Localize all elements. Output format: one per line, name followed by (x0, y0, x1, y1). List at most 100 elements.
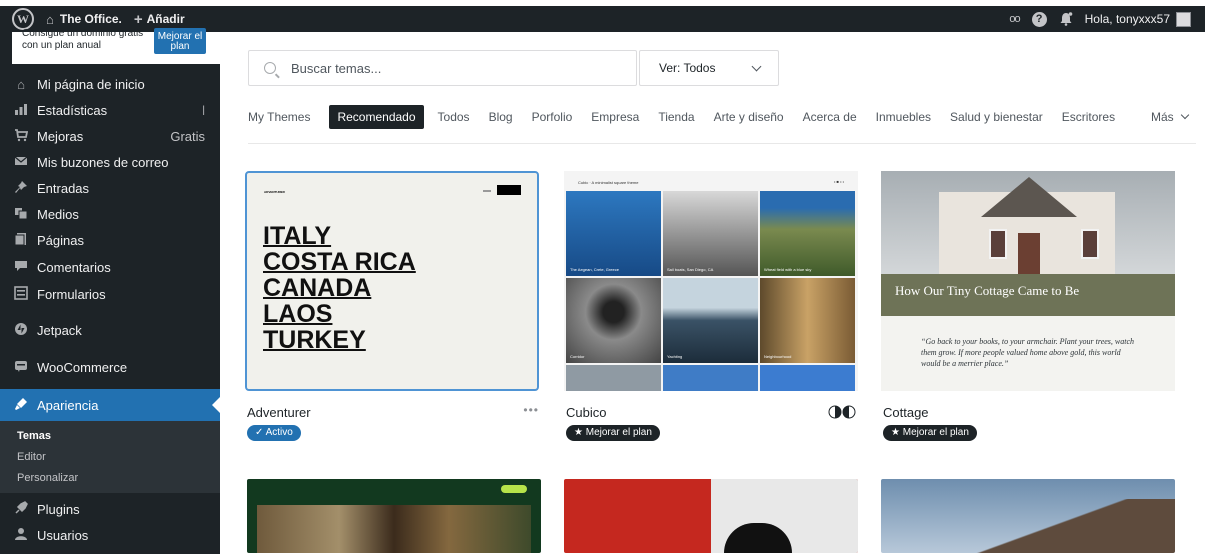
theme-card-adventurer[interactable]: ADVENTURER ITALY COSTA RICA CANADA LAOS … (245, 171, 539, 441)
tab-about[interactable]: Acerca de (803, 110, 857, 124)
view-filter-select[interactable]: Ver: Todos (639, 50, 779, 86)
promo-banner: Consigue un dominio gratis con un plan a… (12, 28, 220, 64)
upgrade-badge[interactable]: ★ Mejorar el plan (566, 425, 660, 441)
theme-preview-cottage[interactable]: How Our Tiny Cottage Came to Be “Go back… (881, 171, 1175, 391)
theme-preview-cubico[interactable]: Cubic · A minimalist square theme • ■ • … (564, 171, 858, 391)
more-options-icon[interactable]: ••• (523, 403, 539, 417)
woocommerce-icon (11, 359, 31, 376)
style-variations-icon[interactable] (828, 405, 856, 424)
help-button[interactable]: ? (1026, 6, 1053, 32)
avatar (1176, 11, 1191, 27)
free-label: Gratis (170, 128, 205, 144)
tab-store[interactable]: Tienda (658, 110, 694, 124)
tab-more-label: Más (1150, 110, 1174, 124)
theme-card-row2-3[interactable] (881, 479, 1175, 553)
notifications-button[interactable] (1053, 6, 1079, 32)
sidebar-item-appearance[interactable]: Apariencia (0, 389, 220, 421)
my-account-button[interactable]: Hola, tonyxxx57 (1079, 6, 1205, 32)
preview-header: Cubic · A minimalist square theme (578, 180, 639, 185)
sidebar-item-mailboxes[interactable]: Mis buzones de correo (0, 151, 220, 173)
promo-text: Consigue un dominio gratis con un plan a… (22, 28, 144, 51)
tab-recommended[interactable]: Recomendado (329, 105, 424, 129)
tab-my-themes[interactable]: My Themes (248, 110, 310, 124)
sidebar-item-forms[interactable]: Formularios (0, 283, 220, 305)
theme-preview[interactable] (247, 479, 541, 553)
sidebar-item-label: Páginas (37, 232, 84, 248)
preview-brand: ADVENTURER (264, 190, 285, 194)
sidebar-item-media[interactable]: Medios (0, 203, 220, 225)
preview-door (1018, 233, 1040, 277)
chevron-down-icon (751, 61, 762, 72)
preview-line: COSTA RICA (263, 248, 416, 276)
cart-icon (11, 128, 31, 145)
submenu-editor[interactable]: Editor (17, 451, 46, 463)
sidebar-item-plugins[interactable]: Plugins (0, 498, 220, 520)
sidebar-item-comments[interactable]: Comentarios (0, 256, 220, 278)
theme-name: Cubico (566, 405, 607, 420)
tab-health-wellness[interactable]: Salud y bienestar (950, 110, 1043, 124)
tab-more[interactable]: Más (1150, 110, 1190, 124)
theme-card-row2-1[interactable] (247, 479, 541, 553)
sidebar-item-users[interactable]: Usuarios (0, 524, 220, 546)
preview-title: How Our Tiny Cottage Came to Be (895, 283, 1080, 298)
sidebar-item-label: Jetpack (37, 322, 82, 338)
sidebar-item-label: Entradas (37, 180, 90, 196)
theme-card-cottage[interactable]: How Our Tiny Cottage Came to Be “Go back… (881, 171, 1175, 441)
forms-icon (11, 285, 31, 303)
preview-nav-button (497, 185, 521, 195)
sidebar-item-pages[interactable]: Páginas (0, 229, 220, 251)
photo-tile: Sail boats, San Diego, CA (663, 191, 758, 276)
tab-portfolio[interactable]: Porfolio (532, 110, 573, 124)
home-icon: ⌂ (46, 11, 54, 27)
preview-quote: “Go back to your books, to your armchair… (921, 337, 1135, 368)
sidebar-item-stats[interactable]: Estadísticas | (0, 99, 220, 121)
tab-business[interactable]: Empresa (591, 110, 639, 124)
media-icon (11, 206, 31, 223)
stats-sparkline: | (202, 104, 205, 116)
photo-caption: Neighbourhood (764, 354, 792, 359)
appearance-icon (11, 397, 31, 414)
tab-art-design[interactable]: Arte y diseño (714, 110, 784, 124)
submenu-themes[interactable]: Temas (17, 430, 51, 442)
search-input[interactable]: Buscar temas... (291, 61, 381, 76)
tab-blog[interactable]: Blog (489, 110, 513, 124)
sidebar-item-label: Comentarios (37, 259, 111, 275)
site-name: The Office. (59, 12, 122, 26)
theme-preview[interactable] (564, 479, 858, 553)
appearance-submenu: Temas Editor Personalizar (0, 421, 220, 493)
reader-icon[interactable]: oo (1003, 6, 1025, 32)
photo-caption: Yachting (667, 354, 683, 359)
upgrade-badge[interactable]: ★ Mejorar el plan (883, 425, 977, 441)
theme-search[interactable]: Buscar temas... (248, 50, 637, 86)
submenu-customize[interactable]: Personalizar (17, 472, 78, 484)
tabs-divider (248, 143, 1196, 144)
theme-card-cubico[interactable]: Cubic · A minimalist square theme • ■ • … (564, 171, 858, 441)
mail-icon (11, 154, 31, 171)
plus-icon: + (133, 10, 143, 28)
tab-writers[interactable]: Escritores (1062, 110, 1115, 124)
sidebar-item-woocommerce[interactable]: WooCommerce (0, 356, 220, 378)
theme-name: Adventurer (247, 405, 311, 420)
theme-preview[interactable] (881, 479, 1175, 553)
bell-icon (1060, 12, 1072, 26)
photo-caption: Wheat field with a blue sky (764, 267, 812, 272)
theme-card-row2-2[interactable] (564, 479, 858, 553)
sidebar-item-posts[interactable]: Entradas (0, 177, 220, 199)
sidebar-item-home[interactable]: ⌂ Mi página de inicio (0, 73, 220, 95)
sidebar-item-upgrades[interactable]: Mejoras Gratis (0, 125, 220, 147)
tab-real-estate[interactable]: Inmuebles (876, 110, 931, 124)
pin-icon (11, 180, 31, 197)
sidebar-item-label: Mejoras (37, 128, 84, 144)
photo-tile: Corridor (566, 278, 661, 363)
sidebar-item-label: Usuarios (37, 527, 89, 543)
theme-preview-adventurer[interactable]: ADVENTURER ITALY COSTA RICA CANADA LAOS … (245, 171, 539, 391)
upgrade-plan-button[interactable]: Mejorar el plan (154, 28, 206, 54)
photo-tile: The Aegean, Crete, Greece (566, 191, 661, 276)
photo-tile (663, 365, 758, 391)
greeting: Hola, tonyxxx57 (1084, 12, 1170, 26)
sidebar-item-jetpack[interactable]: Jetpack (0, 319, 220, 341)
tab-all[interactable]: Todos (438, 110, 470, 124)
preview-nav (501, 485, 527, 493)
photo-tile: Wheat field with a blue sky (760, 191, 855, 276)
filter-value: Ver: Todos (659, 61, 716, 75)
